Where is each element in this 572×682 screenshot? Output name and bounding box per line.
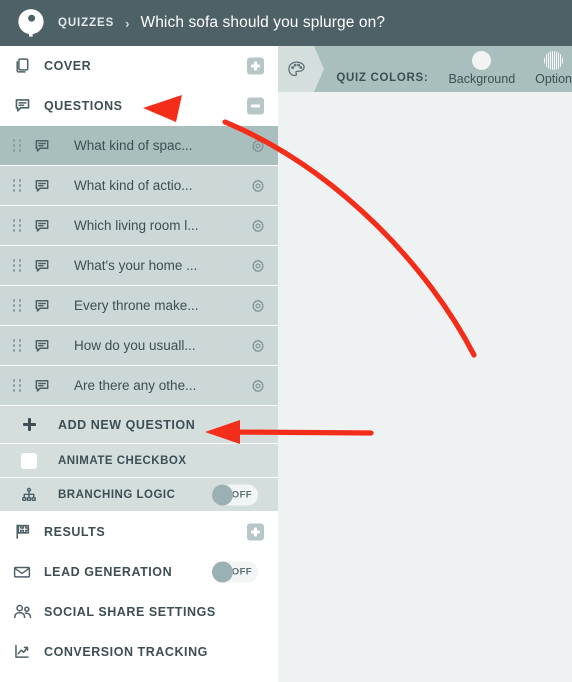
sidebar-item-conversion-tracking[interactable]: CONVERSION TRACKING bbox=[0, 632, 278, 672]
option-color-swatch[interactable] bbox=[544, 51, 564, 70]
drag-handle-icon[interactable] bbox=[0, 139, 34, 152]
question-settings-button[interactable] bbox=[251, 299, 265, 313]
sidebar-item-cover-label: COVER bbox=[44, 58, 92, 73]
speech-bubble-icon bbox=[34, 138, 64, 154]
sitemap-icon bbox=[0, 487, 58, 503]
sidebar-item-lead-generation-label: LEAD GENERATION bbox=[44, 564, 173, 579]
add-cover-button[interactable] bbox=[247, 57, 264, 74]
question-settings-button[interactable] bbox=[251, 219, 265, 233]
question-settings-button[interactable] bbox=[251, 379, 265, 393]
speech-bubble-icon bbox=[34, 218, 64, 234]
question-settings-button[interactable] bbox=[251, 179, 265, 193]
quiz-builder-app: QUIZZES › Which sofa should you splurge … bbox=[0, 0, 572, 682]
swatch-option[interactable]: Option bbox=[535, 51, 572, 86]
copy-pages-icon bbox=[0, 57, 44, 74]
animate-checkbox[interactable] bbox=[0, 452, 58, 469]
quiz-colors-title: QUIZ COLORS: bbox=[336, 72, 429, 84]
tab-notch bbox=[314, 46, 325, 92]
sidebar-item-lead-generation[interactable]: LEAD GENERATION OFF bbox=[0, 552, 278, 592]
question-list-item[interactable]: Are there any othe... bbox=[0, 366, 278, 406]
speech-bubble-icon bbox=[34, 378, 64, 394]
breadcrumb: QUIZZES › Which sofa should you splurge … bbox=[58, 14, 385, 32]
question-title: What kind of actio... bbox=[74, 178, 193, 193]
question-settings-button[interactable] bbox=[251, 259, 265, 273]
branching-logic-label: BRANCHING LOGIC bbox=[58, 488, 176, 501]
swatch-background[interactable]: Background bbox=[448, 51, 515, 86]
drag-handle-icon[interactable] bbox=[0, 379, 34, 392]
checkered-flag-icon bbox=[0, 523, 44, 540]
toggle-knob bbox=[212, 484, 233, 505]
option-swatch-label: Option bbox=[535, 72, 572, 86]
drag-handle-icon[interactable] bbox=[0, 259, 34, 272]
line-chart-icon bbox=[0, 643, 44, 660]
quiz-structure-sidebar: COVER QUESTIONS What kind of spac... Wha… bbox=[0, 46, 278, 682]
branching-logic-toggle-state: OFF bbox=[231, 489, 252, 500]
sidebar-item-results-label: RESULTS bbox=[44, 524, 106, 539]
drag-handle-icon[interactable] bbox=[0, 339, 34, 352]
lead-generation-toggle[interactable]: OFF bbox=[212, 561, 258, 582]
background-swatch-label: Background bbox=[448, 72, 516, 86]
drag-handle-icon[interactable] bbox=[0, 299, 34, 312]
logo[interactable] bbox=[8, 8, 54, 38]
sidebar-item-questions-label: QUESTIONS bbox=[44, 98, 123, 113]
branching-logic-row[interactable]: BRANCHING LOGIC OFF bbox=[0, 478, 278, 512]
question-list-item[interactable]: How do you usuall... bbox=[0, 326, 278, 366]
quiz-colors-bar: QUIZ COLORS: Background Option bbox=[278, 46, 572, 92]
breadcrumb-quizzes[interactable]: QUIZZES bbox=[58, 17, 114, 29]
envelope-icon bbox=[0, 563, 44, 581]
sidebar-item-conversion-tracking-label: CONVERSION TRACKING bbox=[44, 644, 208, 659]
question-settings-button[interactable] bbox=[251, 139, 265, 153]
toggle-knob bbox=[212, 561, 233, 582]
speech-bubble-icon bbox=[34, 178, 64, 194]
editor-pane: QUIZ COLORS: Background Option bbox=[278, 46, 572, 682]
background-color-swatch[interactable] bbox=[472, 51, 492, 70]
sidebar-item-results[interactable]: RESULTS bbox=[0, 512, 278, 552]
branching-logic-toggle[interactable]: OFF bbox=[212, 484, 258, 505]
speech-bubble-icon bbox=[34, 338, 64, 354]
checkbox-box[interactable] bbox=[21, 452, 37, 469]
question-list-item[interactable]: What's your home ... bbox=[0, 246, 278, 286]
palette-icon bbox=[287, 60, 305, 76]
speech-bubble-icon bbox=[34, 258, 64, 274]
question-title: Are there any othe... bbox=[74, 378, 197, 393]
question-list-item[interactable]: What kind of spac... bbox=[0, 126, 278, 166]
quiz-preview-canvas[interactable] bbox=[278, 92, 572, 682]
lead-generation-toggle-state: OFF bbox=[231, 566, 252, 577]
animate-checkbox-label: ANIMATE CHECKBOX bbox=[58, 454, 187, 467]
people-icon bbox=[0, 603, 44, 620]
plus-icon bbox=[0, 418, 58, 431]
drag-handle-icon[interactable] bbox=[0, 219, 34, 232]
question-title: How do you usuall... bbox=[74, 338, 196, 353]
animate-checkbox-row[interactable]: ANIMATE CHECKBOX bbox=[0, 444, 278, 478]
add-new-question-button[interactable]: ADD NEW QUESTION bbox=[0, 406, 278, 444]
question-title: What kind of spac... bbox=[74, 138, 193, 153]
breadcrumb-separator-icon: › bbox=[125, 15, 130, 31]
question-list-item[interactable]: Every throne make... bbox=[0, 286, 278, 326]
collapse-questions-button[interactable] bbox=[247, 97, 264, 114]
sidebar-item-social-share-settings[interactable]: SOCIAL SHARE SETTINGS bbox=[0, 592, 278, 632]
add-result-button[interactable] bbox=[247, 523, 264, 540]
add-new-question-label: ADD NEW QUESTION bbox=[58, 417, 196, 432]
question-list-item[interactable]: What kind of actio... bbox=[0, 166, 278, 206]
interact-logo-icon bbox=[18, 9, 44, 37]
question-title: What's your home ... bbox=[74, 258, 198, 273]
sidebar-item-questions[interactable]: QUESTIONS bbox=[0, 86, 278, 126]
app-header: QUIZZES › Which sofa should you splurge … bbox=[0, 0, 572, 46]
speech-bubble-icon bbox=[34, 298, 64, 314]
question-title: Which living room l... bbox=[74, 218, 199, 233]
drag-handle-icon[interactable] bbox=[0, 179, 34, 192]
breadcrumb-current-quiz: Which sofa should you splurge on? bbox=[140, 14, 386, 31]
quiz-colors-content: QUIZ COLORS: Background Option bbox=[314, 46, 572, 92]
questions-list: What kind of spac... What kind of actio.… bbox=[0, 126, 278, 406]
question-settings-button[interactable] bbox=[251, 339, 265, 353]
question-title: Every throne make... bbox=[74, 298, 199, 313]
question-list-item[interactable]: Which living room l... bbox=[0, 206, 278, 246]
sidebar-item-social-share-settings-label: SOCIAL SHARE SETTINGS bbox=[44, 604, 216, 619]
palette-tab[interactable] bbox=[278, 46, 325, 92]
sidebar-item-cover[interactable]: COVER bbox=[0, 46, 278, 86]
speech-bubble-icon bbox=[0, 97, 44, 114]
